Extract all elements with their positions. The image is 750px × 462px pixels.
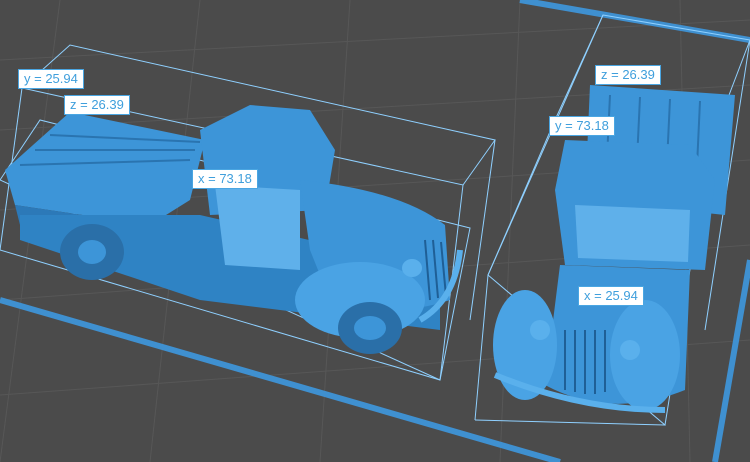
dimension-label-z-side: z = 26.39 bbox=[64, 95, 130, 115]
dimension-label-y-side: y = 25.94 bbox=[18, 69, 84, 89]
3d-viewport[interactable]: y = 25.94 z = 26.39 x = 73.18 z = 26.39 … bbox=[0, 0, 750, 462]
dimension-label-x-side: x = 73.18 bbox=[192, 169, 258, 189]
dimension-label-y-front: y = 73.18 bbox=[549, 116, 615, 136]
dimension-label-x-front: x = 25.94 bbox=[578, 286, 644, 306]
dimension-label-z-front: z = 26.39 bbox=[595, 65, 661, 85]
